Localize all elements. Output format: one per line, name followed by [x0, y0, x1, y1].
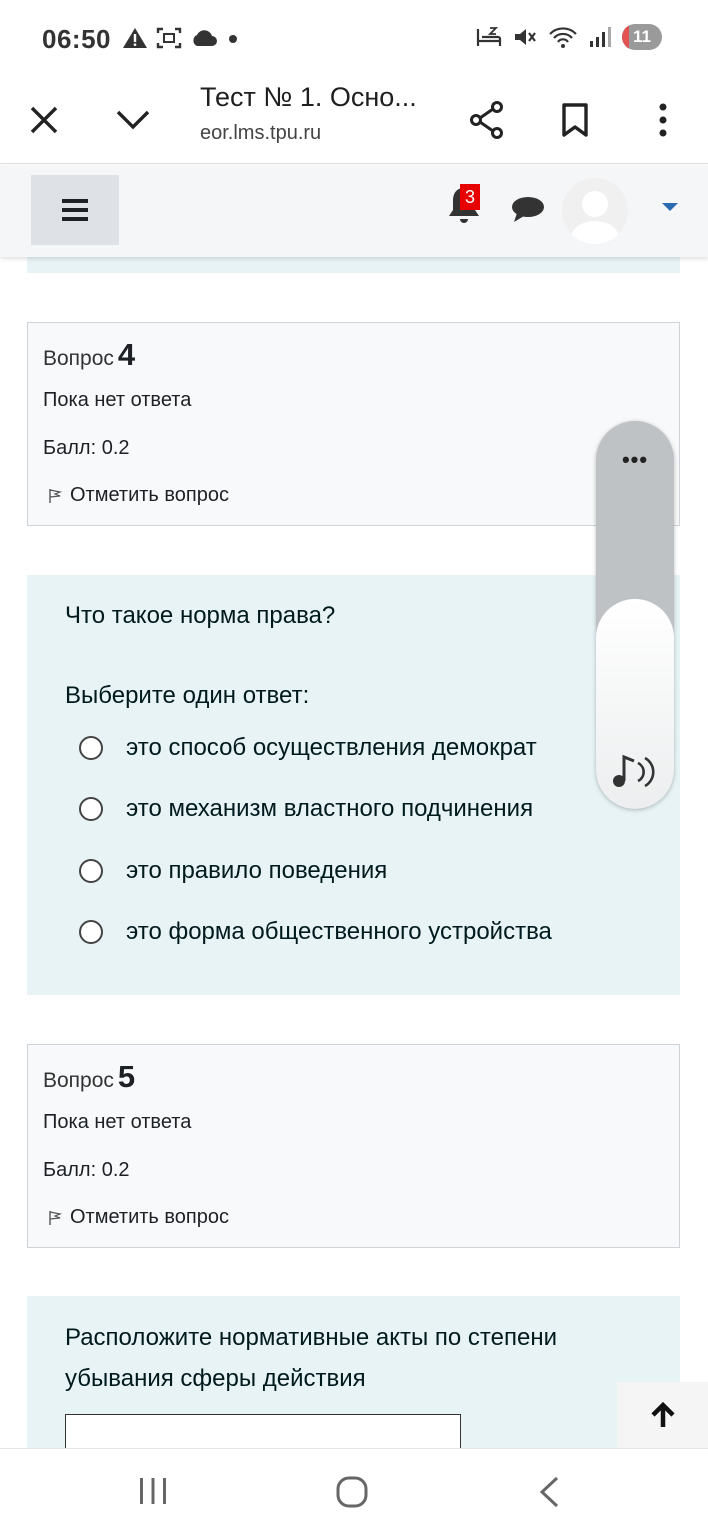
answer-option-3[interactable]: это правило поведения [79, 851, 387, 891]
wifi-icon [549, 27, 577, 48]
back-icon [539, 1476, 559, 1508]
user-menu-caret-icon[interactable] [662, 203, 678, 211]
home-button[interactable] [334, 1475, 370, 1509]
question-number-value: 4 [117, 337, 136, 372]
flag-question-label: Отметить вопрос [70, 1206, 229, 1228]
answer-option-label-4: это форма общественного устройства [126, 918, 552, 945]
answer-option-label-1: это способ осуществления демократ [126, 734, 537, 761]
flag-icon [49, 1210, 62, 1225]
messages-chat-icon[interactable] [511, 195, 545, 225]
menu-toggle-button[interactable] [31, 175, 119, 245]
volume-panel[interactable]: ••• [596, 421, 674, 809]
question-number: Вопрос 5 [43, 1059, 135, 1095]
question-text: Что такое норма права? [65, 602, 336, 629]
cloud-icon [193, 30, 217, 46]
warning-icon [123, 28, 147, 48]
android-nav-bar [0, 1448, 708, 1536]
status-bar: 06:50 11 [0, 0, 708, 78]
question-5-formulation: Расположите нормативные акты по степени … [27, 1296, 680, 1454]
hamburger-icon [62, 199, 88, 221]
back-button[interactable] [534, 1475, 564, 1509]
battery-level: 11 [633, 27, 651, 46]
arrow-up-icon [650, 1401, 675, 1427]
home-icon [336, 1476, 368, 1508]
share-button[interactable] [457, 90, 517, 150]
answer-option-label-2: это механизм властного подчинения [126, 795, 534, 822]
battery-indicator: 11 [622, 24, 662, 50]
signal-icon [590, 27, 611, 47]
bookmark-icon [562, 103, 588, 137]
answer-radio-3[interactable] [79, 859, 103, 883]
question-text-line-2: убывания сферы действия [65, 1365, 366, 1392]
recent-apps-icon [140, 1478, 166, 1504]
close-tab-button[interactable] [14, 90, 74, 150]
notification-count-badge: 3 [460, 184, 480, 210]
status-left-icons [122, 26, 240, 50]
user-icon [571, 191, 619, 244]
answer-radio-4[interactable] [79, 920, 103, 944]
mute-icon [515, 29, 536, 45]
flag-question-link[interactable]: Отметить вопрос [48, 1206, 229, 1229]
recent-apps-button[interactable] [136, 1475, 170, 1507]
user-avatar[interactable] [562, 178, 628, 244]
bookmark-button[interactable] [545, 90, 605, 150]
media-volume-icon [613, 754, 655, 788]
chevron-down-icon [116, 110, 150, 130]
status-right-icons: 11 [476, 24, 662, 50]
question-label: Вопрос [43, 347, 114, 370]
question-text-line-1: Расположите нормативные акты по степени [65, 1324, 557, 1351]
close-icon [30, 106, 58, 134]
question-state: Пока нет ответа [43, 1111, 192, 1133]
question-grade: Балл: 0.2 [43, 437, 130, 459]
page-title: Тест № 1. Осно... [200, 82, 417, 112]
question-grade: Балл: 0.2 [43, 1159, 130, 1181]
screenshot-icon [156, 27, 182, 49]
question-label: Вопрос [43, 1069, 114, 1092]
question-4-formulation: Что такое норма права? Выберите один отв… [27, 575, 680, 995]
sleep-icon [476, 27, 502, 46]
question-number-value: 5 [117, 1059, 136, 1094]
answer-radio-2[interactable] [79, 797, 103, 821]
more-vertical-icon [659, 103, 667, 137]
answer-prompt: Выберите один ответ: [65, 682, 310, 709]
volume-more-button[interactable]: ••• [596, 447, 674, 473]
previous-question-tail [27, 257, 680, 273]
answer-radio-1[interactable] [79, 736, 103, 760]
site-navbar: 3 [0, 165, 708, 257]
question-4-info: Вопрос 4 Пока нет ответа Балл: 0.2 Отмети… [27, 322, 680, 526]
flag-question-label: Отметить вопрос [70, 484, 229, 506]
expand-toolbar-button[interactable] [103, 90, 163, 150]
page-url[interactable]: eor.lms.tpu.ru [200, 122, 321, 145]
answer-option-4[interactable]: это форма общественного устройства [79, 912, 552, 952]
question-number: Вопрос 4 [43, 337, 135, 373]
answer-option-2[interactable]: это механизм властного подчинения [79, 789, 533, 829]
dot-icon [229, 35, 237, 43]
answer-option-label-3: это правило поведения [126, 857, 388, 884]
question-state: Пока нет ответа [43, 389, 192, 411]
scroll-to-top-button[interactable] [617, 1382, 708, 1448]
more-options-button[interactable] [633, 90, 693, 150]
status-time: 06:50 [42, 24, 111, 54]
question-5-info: Вопрос 5 Пока нет ответа Балл: 0.2 Отмети… [27, 1044, 680, 1248]
flag-icon [49, 488, 62, 503]
flag-question-link[interactable]: Отметить вопрос [48, 484, 229, 507]
share-icon [470, 101, 503, 139]
browser-toolbar: Тест № 1. Осно... eor.lms.tpu.ru [0, 78, 708, 164]
answer-option-1[interactable]: это способ осуществления демократ [79, 728, 537, 768]
